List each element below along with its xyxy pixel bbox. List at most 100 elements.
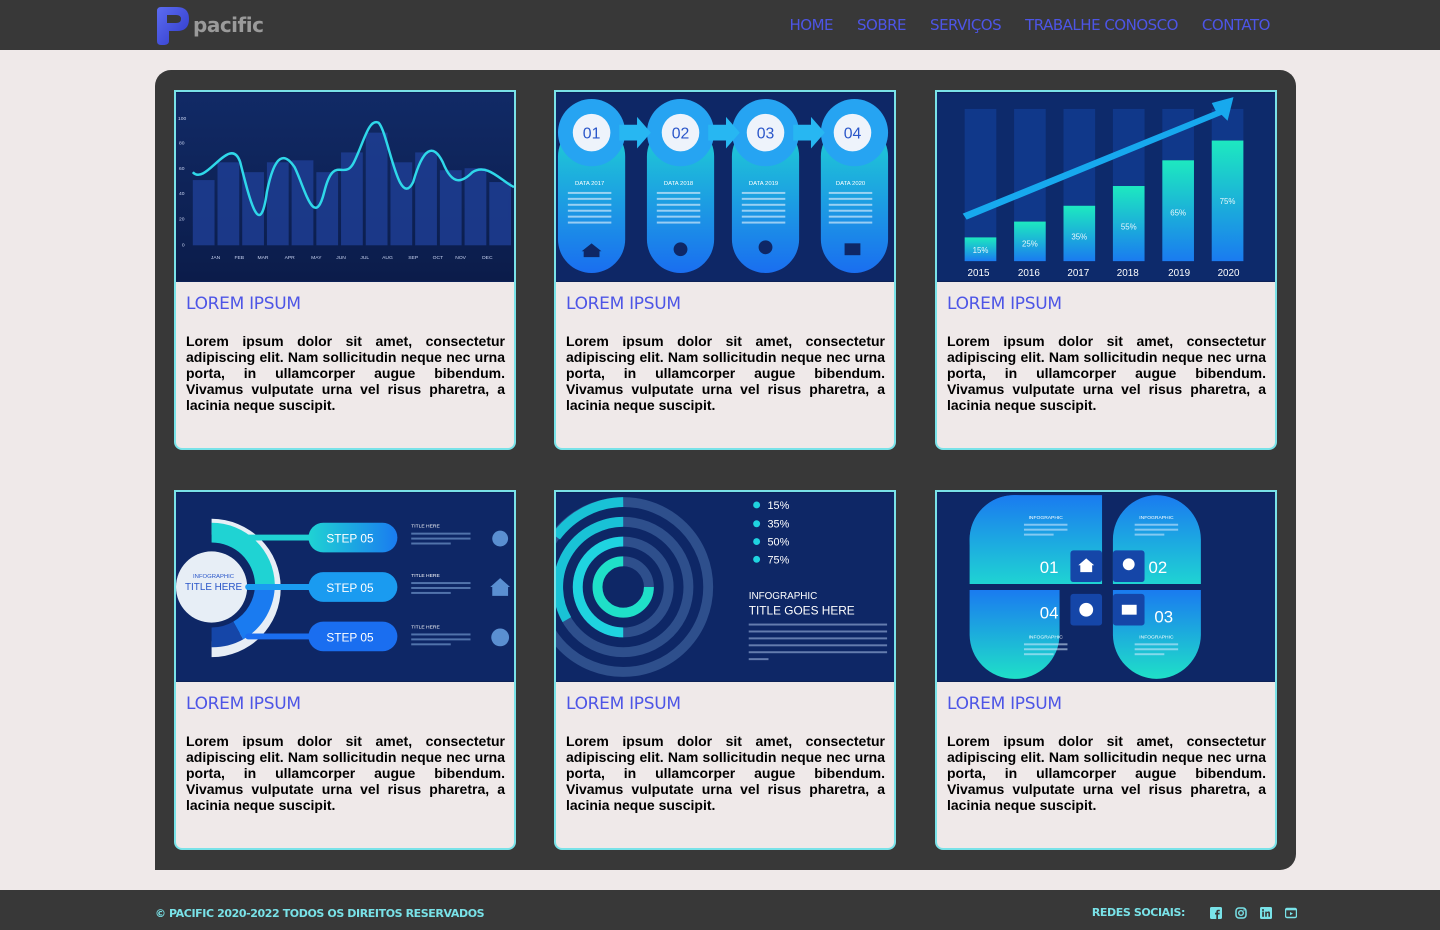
month-label: AUG — [382, 255, 393, 261]
petal-label: INFOGRAPHIC — [1029, 634, 1064, 640]
percent-label: 15% — [973, 246, 989, 255]
site-header: pacific HOME SOBRE SERVIÇOS TRABALHE CON… — [0, 0, 1440, 50]
card[interactable]: 15% 25% 35% 55% 65% 75% 2015 2016 2017 2… — [935, 90, 1277, 450]
center-small-label: INFOGRAPHIC — [193, 574, 235, 580]
y-tick-label: 60 — [179, 166, 185, 172]
card-image-wave-chart: 100 80 60 40 20 0 JAN FEB MAR APR MAY JU… — [176, 92, 514, 282]
step-number: 01 — [583, 126, 601, 143]
card[interactable]: STEP 05 STEP 05 STEP 05 INFOGRAPHIC TITL… — [174, 490, 516, 850]
linkedin-icon[interactable] — [1260, 906, 1272, 919]
main-nav: HOME SOBRE SERVIÇOS TRABALHE CONOSCO CON… — [790, 16, 1271, 34]
nav-sobre[interactable]: SOBRE — [857, 16, 907, 34]
lightbulb-icon — [492, 530, 509, 547]
card-image-petal-infographic: 01 02 04 03 INFOGRAPHIC INFOGRAPHIC INFO… — [937, 492, 1275, 682]
month-label: APR — [285, 255, 296, 261]
y-tick-label: 40 — [179, 191, 185, 197]
card-title: LOREM IPSUM — [186, 694, 301, 714]
logo[interactable]: pacific — [155, 5, 264, 45]
y-tick-label: 0 — [182, 242, 185, 248]
infographic-label: INFOGRAPHIC — [749, 591, 818, 602]
card[interactable]: 15% 35% 50% 75% INFOGRAPHIC TITLE GOES H… — [554, 490, 896, 850]
card-text: Lorem ipsum dolor sit amet, consectetur … — [947, 333, 1266, 413]
social-links: REDES SOCIAIS: — [1092, 906, 1297, 919]
petal-label: INFOGRAPHIC — [1029, 515, 1064, 521]
legend-label: 50% — [767, 536, 789, 548]
card-image-step-timeline: 01 02 03 04 DATA 2017 DATA 2018 DATA 201… — [556, 92, 894, 282]
card-image-ring-chart: 15% 35% 50% 75% INFOGRAPHIC TITLE GOES H… — [556, 492, 894, 682]
bank-icon — [844, 243, 861, 256]
item-title: TITLE HERE — [411, 573, 440, 579]
step-number: 04 — [844, 126, 862, 143]
month-label: NOV — [455, 255, 466, 261]
gear-icon — [673, 242, 688, 257]
item-title: TITLE HERE — [411, 625, 440, 631]
year-label: 2015 — [968, 268, 990, 279]
petal-number: 02 — [1148, 558, 1167, 577]
lightbulb-icon — [1122, 558, 1135, 571]
card-image-growth-bars: 15% 25% 35% 55% 65% 75% 2015 2016 2017 2… — [937, 92, 1275, 282]
percent-label: 65% — [1170, 209, 1186, 218]
month-label: DEC — [482, 255, 493, 261]
year-label: 2019 — [1168, 268, 1190, 279]
petal-number: 04 — [1040, 604, 1059, 623]
date-label: DATA 2017 — [575, 181, 604, 187]
percent-label: 35% — [1071, 232, 1087, 241]
card-text: Lorem ipsum dolor sit amet, consectetur … — [186, 733, 505, 813]
petal-number: 01 — [1040, 558, 1059, 577]
legend-label: 35% — [767, 519, 789, 531]
card-title: LOREM IPSUM — [566, 294, 681, 314]
year-label: 2017 — [1067, 268, 1089, 279]
card-text: Lorem ipsum dolor sit amet, consectetur … — [947, 733, 1266, 813]
step-label: STEP 05 — [326, 630, 374, 644]
percent-label: 25% — [1022, 239, 1038, 248]
cards-panel: 100 80 60 40 20 0 JAN FEB MAR APR MAY JU… — [155, 70, 1296, 870]
month-label: MAY — [311, 255, 322, 261]
legend-label: 15% — [767, 500, 789, 512]
bank-icon — [1121, 604, 1137, 615]
card-title: LOREM IPSUM — [186, 294, 301, 314]
center-title: TITLE HERE — [185, 582, 242, 593]
card-title: LOREM IPSUM — [566, 694, 681, 714]
month-label: OCT — [433, 255, 443, 261]
nav-trabalhe-conosco[interactable]: TRABALHE CONOSCO — [1025, 16, 1178, 34]
petal-number: 03 — [1154, 608, 1173, 627]
petal-label: INFOGRAPHIC — [1139, 515, 1174, 521]
y-tick-label: 20 — [179, 217, 185, 223]
card-title: LOREM IPSUM — [947, 694, 1062, 714]
card-text: Lorem ipsum dolor sit amet, consectetur … — [566, 733, 885, 813]
card[interactable]: 100 80 60 40 20 0 JAN FEB MAR APR MAY JU… — [174, 90, 516, 450]
y-tick-label: 100 — [178, 116, 186, 122]
month-label: JAN — [211, 255, 221, 261]
social-label: REDES SOCIAIS: — [1091, 906, 1186, 919]
card-image-step-diagram: STEP 05 STEP 05 STEP 05 INFOGRAPHIC TITL… — [176, 492, 514, 682]
year-label: 2018 — [1117, 268, 1139, 279]
step-number: 02 — [672, 126, 690, 143]
card-text: Lorem ipsum dolor sit amet, consectetur … — [566, 333, 885, 413]
card[interactable]: 01 02 03 04 DATA 2017 DATA 2018 DATA 201… — [554, 90, 896, 450]
instagram-icon[interactable] — [1235, 906, 1247, 919]
youtube-icon[interactable] — [1285, 907, 1297, 919]
year-label: 2020 — [1218, 268, 1240, 279]
nav-servicos[interactable]: SERVIÇOS — [930, 16, 1002, 34]
nav-contato[interactable]: CONTATO — [1202, 16, 1271, 34]
petal-label: INFOGRAPHIC — [1139, 634, 1174, 640]
date-label: DATA 2018 — [664, 181, 694, 187]
date-label: DATA 2020 — [836, 181, 866, 187]
step-label: STEP 05 — [326, 581, 374, 595]
card[interactable]: 01 02 04 03 INFOGRAPHIC INFOGRAPHIC INFO… — [935, 490, 1277, 850]
month-label: JUN — [336, 255, 346, 261]
facebook-icon[interactable] — [1210, 906, 1222, 919]
y-tick-label: 80 — [179, 141, 185, 147]
card-title: LOREM IPSUM — [947, 294, 1062, 314]
logo-mark-icon — [157, 7, 189, 45]
step-label: STEP 05 — [326, 532, 374, 546]
nav-home[interactable]: HOME — [790, 16, 834, 34]
copyright-text: © PACIFIC 2020-2022 TODOS OS DIREITOS RE… — [155, 907, 485, 920]
month-label: FEB — [234, 255, 244, 261]
date-label: DATA 2019 — [749, 181, 778, 187]
step-number: 03 — [757, 126, 775, 143]
logo-text: pacific — [193, 13, 264, 37]
month-label: MAR — [257, 255, 268, 261]
item-title: TITLE HERE — [411, 524, 440, 530]
infographic-title: TITLE GOES HERE — [749, 604, 855, 618]
